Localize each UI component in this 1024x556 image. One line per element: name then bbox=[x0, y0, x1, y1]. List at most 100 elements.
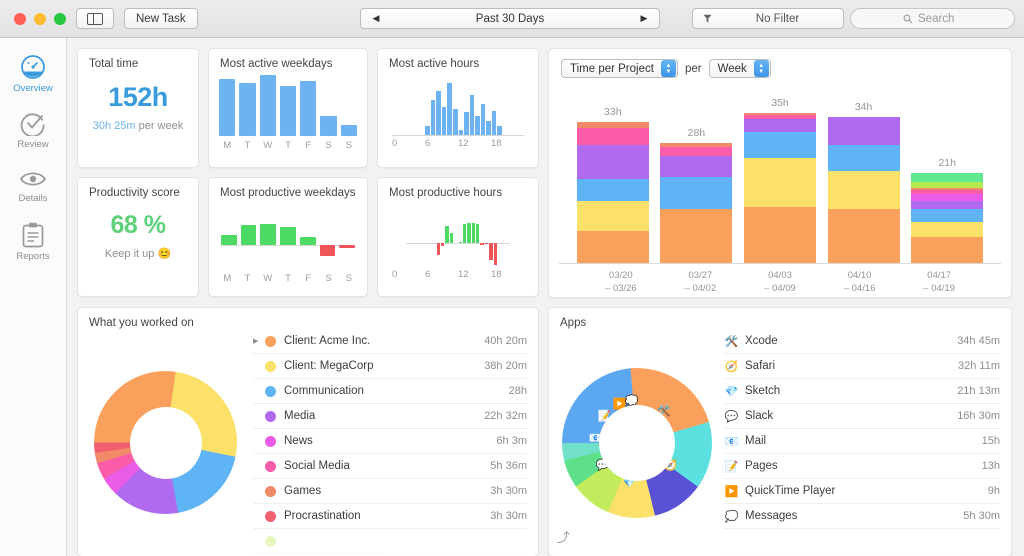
new-task-button[interactable]: New Task bbox=[124, 8, 198, 29]
stack-segment bbox=[827, 170, 900, 210]
app-icon: 💭 bbox=[724, 510, 739, 523]
close-window-button[interactable] bbox=[14, 12, 26, 25]
stack-segment bbox=[576, 230, 649, 263]
worked-on-donut bbox=[94, 371, 237, 514]
stacked-bar-column: 34h bbox=[827, 101, 900, 263]
sidebar-item-reports[interactable]: Reports bbox=[0, 214, 66, 270]
card-title: Apps bbox=[560, 317, 587, 329]
date-next-button[interactable]: ▶ bbox=[629, 13, 659, 24]
bar-column bbox=[458, 205, 462, 267]
stack-segment bbox=[911, 200, 984, 210]
list-item[interactable]: 💬 Slack 16h 30m bbox=[724, 404, 1000, 429]
list-item[interactable]: News 6h 3m bbox=[253, 429, 527, 454]
list-item-label: Pages bbox=[745, 460, 778, 472]
axis-tick-label: 03/27– 04/02 bbox=[684, 270, 717, 294]
list-item[interactable]: 💭 Messages 5h 30m bbox=[724, 504, 1000, 529]
list-item-label: QuickTime Player bbox=[745, 485, 836, 497]
minimize-window-button[interactable] bbox=[34, 12, 46, 25]
axis-tick-label: S bbox=[325, 140, 332, 151]
axis-tick-label: F bbox=[305, 273, 312, 284]
metric-select[interactable]: Time per Project ▲ ▼ bbox=[561, 59, 678, 78]
worked-on-list: ▶ Client: Acme Inc. 40h 20m Client: MegaCor… bbox=[253, 329, 538, 556]
sidebar-toggle-button[interactable] bbox=[76, 8, 114, 29]
list-item[interactable]: Games 3h 30m bbox=[253, 479, 527, 504]
bar-column bbox=[445, 205, 449, 267]
stack-segment bbox=[660, 177, 733, 210]
list-item-value: 28h bbox=[508, 385, 527, 397]
productive-weekdays-axis: MTWTFSS bbox=[209, 269, 367, 284]
disclosure-triangle-icon[interactable]: ▶ bbox=[253, 337, 265, 345]
share-icon[interactable]: ⤴ bbox=[557, 527, 570, 546]
sidebar-item-overview[interactable]: Overview bbox=[0, 46, 66, 102]
search-icon bbox=[903, 14, 913, 23]
metric-select-value: Time per Project bbox=[570, 62, 654, 75]
bar bbox=[484, 243, 489, 244]
list-item[interactable]: 📧 Mail 15h bbox=[724, 429, 1000, 454]
list-item[interactable]: 🧭 Safari 32h 11m bbox=[724, 354, 1000, 379]
list-item[interactable]: Social Media 5h 36m bbox=[253, 454, 527, 479]
stack-segment bbox=[576, 145, 649, 180]
sidebar-item-details[interactable]: Details bbox=[0, 158, 66, 214]
list-item[interactable]: ▶️ QuickTime Player 9h bbox=[724, 479, 1000, 504]
app-icon: 💎 bbox=[724, 385, 739, 398]
active-weekdays-axis: MTWTFSS bbox=[209, 136, 367, 151]
bar bbox=[441, 106, 447, 135]
list-item[interactable] bbox=[724, 529, 1000, 554]
sidebar-item-label: Reports bbox=[16, 251, 50, 262]
chevron-updown-icon: ▲ ▼ bbox=[660, 60, 676, 77]
date-range-control[interactable]: ◀ Past 30 Days ▶ bbox=[360, 8, 660, 29]
list-item[interactable]: 💎 Sketch 21h 13m bbox=[724, 379, 1000, 404]
axis-tick-label: 04/10– 04/16 bbox=[843, 270, 876, 294]
window-controls bbox=[0, 12, 68, 25]
list-item[interactable]: Client: MegaCorp 38h 20m bbox=[253, 354, 527, 379]
list-item[interactable]: 🛠️ Xcode 34h 45m bbox=[724, 329, 1000, 354]
sidebar-item-review[interactable]: Review bbox=[0, 102, 66, 158]
axis-tick-label: 18 bbox=[491, 269, 502, 280]
card-total-time: Total time 152h 30h 25m per week bbox=[77, 48, 199, 168]
bar bbox=[449, 232, 454, 243]
axis-tick-label: 0 bbox=[392, 138, 398, 149]
date-prev-button[interactable]: ◀ bbox=[361, 13, 391, 24]
interval-select[interactable]: Week ▲ ▼ bbox=[708, 59, 771, 78]
bar bbox=[320, 116, 337, 136]
bar-column bbox=[415, 205, 418, 267]
filter-label: No Filter bbox=[755, 12, 800, 25]
list-item-label: Client: MegaCorp bbox=[284, 360, 374, 372]
list-item[interactable]: Communication 28h bbox=[253, 379, 527, 404]
axis-tick-label: 04/17– 04/19 bbox=[923, 270, 956, 294]
app-segment-icon: 💬 bbox=[595, 459, 610, 472]
list-item-label: Client: Acme Inc. bbox=[284, 335, 371, 347]
stacked-bar-column: 21h bbox=[911, 157, 984, 263]
app-segment-icon: 🛠️ bbox=[657, 405, 672, 418]
bar bbox=[436, 243, 440, 255]
bar bbox=[471, 223, 475, 243]
list-item-value: 40h 20m bbox=[484, 335, 527, 347]
card-title: Most active weekdays bbox=[220, 58, 333, 70]
filter-button[interactable]: No Filter bbox=[692, 8, 844, 29]
stack-segment bbox=[743, 207, 816, 263]
list-item[interactable]: Procrastination 3h 30m bbox=[253, 504, 527, 529]
bar-column bbox=[462, 205, 467, 267]
list-item[interactable] bbox=[253, 529, 527, 554]
bar-column bbox=[319, 207, 336, 269]
stack bbox=[660, 143, 733, 263]
stacked-bar-column: 28h bbox=[660, 127, 733, 263]
maximize-window-button[interactable] bbox=[54, 12, 66, 25]
list-item[interactable]: 📝 Pages 13h bbox=[724, 454, 1000, 479]
list-item-label: News bbox=[284, 435, 313, 447]
list-item[interactable]: ▶ Client: Acme Inc. 40h 20m bbox=[253, 329, 527, 354]
app-segment-icon: 💭 bbox=[624, 395, 639, 408]
bar bbox=[475, 115, 480, 135]
axis-tick-label: S bbox=[345, 273, 353, 284]
search-field[interactable]: Search bbox=[850, 8, 1015, 29]
axis-tick-label: M bbox=[223, 273, 232, 284]
sidebar-item-label: Details bbox=[18, 193, 48, 204]
clipboard-icon bbox=[22, 222, 44, 248]
stack bbox=[827, 117, 900, 263]
apps-body: 🛠️ 🧭 💎 💬 📧 📝 ▶️ 💭 ⤴ 🛠️ Xcode 34h 45m 🧭 Safari 32h 11… bbox=[549, 329, 1011, 556]
list-item-value: 5h 30m bbox=[963, 510, 1000, 522]
card-title: Most productive weekdays bbox=[220, 187, 356, 199]
stack-segment bbox=[827, 145, 900, 171]
card-active-weekdays: Most active weekdays M T W T F S S bbox=[208, 48, 368, 168]
list-item[interactable]: Media 22h 32m bbox=[253, 404, 527, 429]
